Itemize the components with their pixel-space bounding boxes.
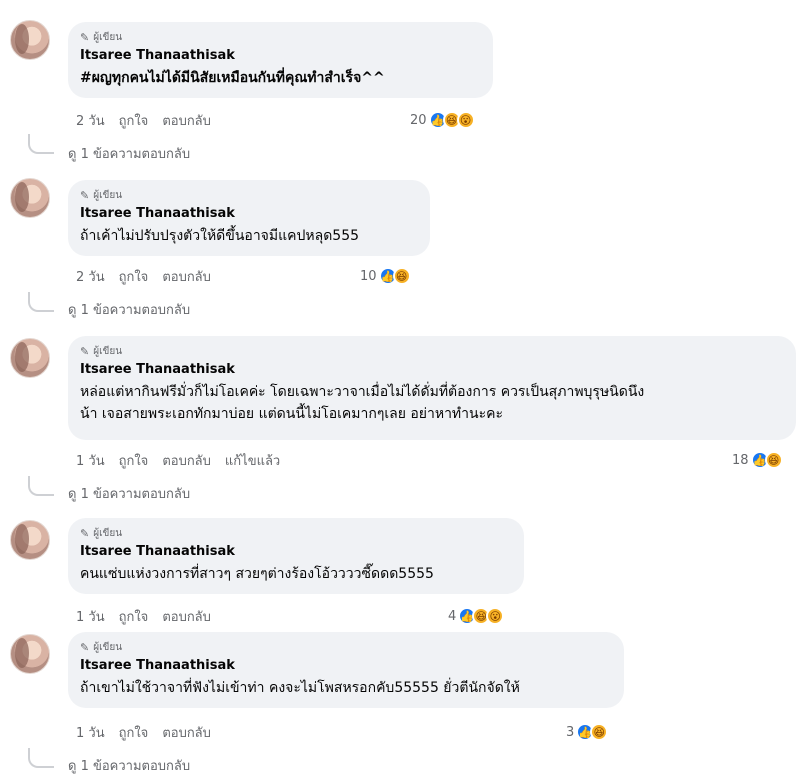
reply-thread-line	[28, 748, 54, 768]
reply-button[interactable]: ตอบกลับ	[162, 606, 211, 627]
pencil-icon: ✎	[80, 344, 90, 358]
author-badge: ✎ ผู้เขียน	[80, 640, 123, 654]
haha-icon: 😆	[764, 451, 783, 469]
commenter-name[interactable]: Itsaree Thanaathisak	[80, 206, 418, 222]
pencil-icon: ✎	[80, 526, 90, 540]
comment-actions: 2 วัน ถูกใจ ตอบกลับ	[76, 266, 211, 286]
timestamp[interactable]: 1 วัน	[76, 606, 105, 627]
author-badge: ✎ ผู้เขียน	[80, 344, 123, 358]
reaction-summary[interactable]: 3 👍 😆	[566, 721, 609, 743]
comment-text: ถ้าเขาไม่ใช้วาจาที่ฟังไม่เข้าท่า คงจะไม่…	[80, 680, 520, 696]
reply-button[interactable]: ตอบกลับ	[162, 266, 211, 287]
comment-text: หล่อแต่หากินฟรีมั่วก็ไม่โอเคค่ะ โดยเฉพาะ…	[80, 384, 645, 422]
comment-bubble: ✎ ผู้เขียน Itsaree Thanaathisak คนแซ่บแห่…	[68, 518, 524, 594]
timestamp[interactable]: 1 วัน	[76, 450, 105, 471]
commenter-name[interactable]: Itsaree Thanaathisak	[80, 48, 481, 64]
commenter-name[interactable]: Itsaree Thanaathisak	[80, 362, 784, 378]
comment-actions: 1 วัน ถูกใจ ตอบกลับ	[76, 606, 211, 626]
reaction-count: 10	[360, 268, 377, 284]
reaction-count: 4	[448, 608, 457, 624]
reply-button[interactable]: ตอบกลับ	[162, 450, 211, 471]
edited-label: แก้ไขแล้ว	[224, 453, 281, 469]
author-badge: ✎ ผู้เขียน	[80, 30, 123, 44]
commenter-name[interactable]: Itsaree Thanaathisak	[80, 658, 612, 674]
like-button[interactable]: ถูกใจ	[119, 722, 149, 743]
reply-button[interactable]: ตอบกลับ	[162, 722, 211, 743]
wow-icon: 😮	[456, 111, 475, 129]
reaction-count: 18	[732, 452, 749, 468]
like-button[interactable]: ถูกใจ	[119, 110, 149, 131]
reaction-summary[interactable]: 4 👍 😆 😮	[448, 605, 505, 627]
author-badge: ✎ ผู้เขียน	[80, 526, 123, 540]
reaction-summary[interactable]: 18 👍 😆	[732, 449, 783, 471]
comment-bubble: ✎ ผู้เขียน Itsaree Thanaathisak หล่อแต่หา…	[68, 336, 796, 440]
comment-actions: 2 วัน ถูกใจ ตอบกลับ	[76, 110, 211, 130]
avatar[interactable]	[10, 520, 50, 560]
reply-thread-line	[28, 292, 54, 312]
reaction-count: 20	[410, 112, 427, 128]
haha-icon: 😆	[590, 723, 609, 741]
comment-actions: 1 วัน ถูกใจ ตอบกลับ	[76, 722, 211, 742]
comment-text: #ผญทุกคนไม่ได้มีนิสัยเหมือนกันที่คุณทำสำ…	[80, 70, 385, 86]
timestamp[interactable]: 1 วัน	[76, 722, 105, 743]
reply-button[interactable]: ตอบกลับ	[162, 110, 211, 131]
like-button[interactable]: ถูกใจ	[119, 606, 149, 627]
like-button[interactable]: ถูกใจ	[119, 450, 149, 471]
haha-icon: 😆	[392, 267, 411, 285]
commenter-name[interactable]: Itsaree Thanaathisak	[80, 544, 512, 560]
pencil-icon: ✎	[80, 188, 90, 202]
avatar[interactable]	[10, 20, 50, 60]
reply-thread-line	[28, 476, 54, 496]
view-replies-link[interactable]: ดู 1 ข้อความตอบกลับ	[68, 758, 190, 776]
timestamp[interactable]: 2 วัน	[76, 266, 105, 287]
comment-actions: 1 วัน ถูกใจ ตอบกลับ แก้ไขแล้ว	[76, 450, 280, 470]
reply-thread-line	[28, 134, 54, 154]
timestamp[interactable]: 2 วัน	[76, 110, 105, 131]
avatar[interactable]	[10, 178, 50, 218]
reaction-summary[interactable]: 10 👍 😆	[360, 265, 411, 287]
view-replies-link[interactable]: ดู 1 ข้อความตอบกลับ	[68, 302, 190, 320]
wow-icon: 😮	[486, 607, 505, 625]
pencil-icon: ✎	[80, 640, 90, 654]
comment-text: ถ้าเค้าไม่ปรับปรุงตัวให้ดีขึ้นอาจมีแคปหล…	[80, 228, 360, 244]
reaction-count: 3	[566, 724, 575, 740]
comment-bubble: ✎ ผู้เขียน Itsaree Thanaathisak ถ้าเขาไม่…	[68, 632, 624, 708]
avatar[interactable]	[10, 634, 50, 674]
avatar[interactable]	[10, 338, 50, 378]
comment-bubble: ✎ ผู้เขียน Itsaree Thanaathisak #ผญทุกคนไ…	[68, 22, 493, 98]
like-button[interactable]: ถูกใจ	[119, 266, 149, 287]
reaction-summary[interactable]: 20 👍 😆 😮	[410, 109, 475, 131]
view-replies-link[interactable]: ดู 1 ข้อความตอบกลับ	[68, 486, 190, 504]
comment-bubble: ✎ ผู้เขียน Itsaree Thanaathisak ถ้าเค้าไม…	[68, 180, 430, 256]
pencil-icon: ✎	[80, 30, 90, 44]
comment-text: คนแซ่บแห่งวงการที่สาวๆ สวยๆต่างร้องโอ้วว…	[80, 566, 434, 582]
author-badge: ✎ ผู้เขียน	[80, 188, 123, 202]
view-replies-link[interactable]: ดู 1 ข้อความตอบกลับ	[68, 146, 190, 164]
